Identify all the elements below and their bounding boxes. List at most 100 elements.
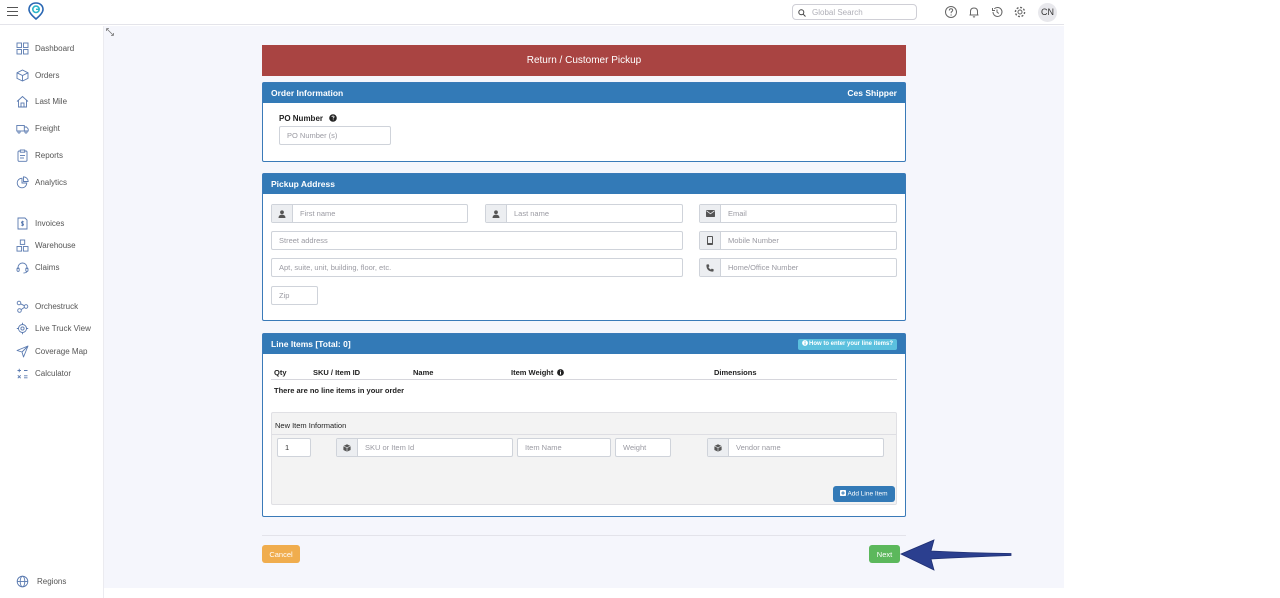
cube-icon-addon [708,439,729,456]
plus-square-icon [840,490,847,497]
pickup-address-header: Pickup Address [263,174,905,194]
info-circle-icon[interactable] [557,369,565,376]
apt-suite-input[interactable] [272,259,682,276]
global-search[interactable] [792,4,917,20]
sidebar-item-label: Orders [35,70,60,80]
sidebar-item-label: Invoices [35,218,65,228]
invoice-icon [17,217,28,229]
sidebar-item-dashboard[interactable]: Dashboard [16,40,74,56]
mobile-number-field[interactable] [699,231,897,250]
email-field[interactable] [699,204,897,223]
home-office-number-input[interactable] [700,259,896,276]
line-items-help-button[interactable]: How to enter your line items? [797,339,897,350]
globe-icon [16,575,29,587]
sidebar-item-label: Last Mile [35,96,68,106]
column-header-name: Name [413,368,434,377]
logo-icon[interactable] [28,2,44,20]
sidebar-item-regions[interactable]: Regions [16,573,66,589]
qty-input[interactable] [278,439,310,456]
sidebar-item-orders[interactable]: Orders [16,67,59,83]
column-header-sku: SKU / Item ID [313,368,361,377]
box-icon [16,68,29,81]
help-icon[interactable] [944,5,958,19]
po-number-input[interactable] [280,127,390,144]
sidebar-item-label: Freight [35,123,60,133]
column-header-item-weight-label: Item Weight [511,368,554,377]
street-address-input[interactable] [272,232,682,249]
weight-input[interactable] [616,439,670,456]
cube-icon-addon [337,439,358,456]
zip-field[interactable] [271,286,318,305]
vendor-name-input[interactable] [708,439,883,456]
sidebar-item-calculator[interactable]: Calculator [16,365,71,381]
mobile-icon-addon [700,232,721,249]
order-information-title: Order Information [271,88,344,98]
sidebar-item-claims[interactable]: Claims [16,259,59,275]
weight-field[interactable] [615,438,671,457]
item-name-input[interactable] [518,439,610,456]
apt-suite-field[interactable] [271,258,683,277]
first-name-field[interactable] [271,204,468,223]
home-office-number-field[interactable] [699,258,897,277]
pickup-address-title: Pickup Address [271,179,335,189]
phone-icon [706,263,714,272]
line-items-help-label: How to enter your line items? [808,341,893,347]
page-title-banner: Return / Customer Pickup [262,45,906,76]
sidebar-item-invoices[interactable]: Invoices [16,215,64,231]
question-circle-icon[interactable] [329,114,338,122]
sku-input[interactable] [337,439,512,456]
new-item-divider [272,434,896,435]
sidebar-item-label: Claims [35,262,60,272]
sidebar-item-analytics[interactable]: Analytics [16,174,67,190]
sidebar-item-coverage-map[interactable]: Coverage Map [16,343,87,359]
cancel-button[interactable]: Cancel [262,545,300,563]
new-item-section: New Item Information Add Line Item [271,412,897,505]
footer-divider [262,535,906,536]
info-circle-icon [802,339,808,346]
sidebar-item-live-truck-view[interactable]: Live Truck View [16,320,91,336]
user-icon [492,209,500,218]
qty-field[interactable] [277,438,311,457]
warehouse-icon [16,239,29,252]
sidebar-item-orchestruck[interactable]: Orchestruck [16,298,78,314]
item-name-field[interactable] [517,438,611,457]
order-information-header: Order Information Ces Shipper [263,83,905,103]
search-icon [798,9,806,17]
next-button[interactable]: Next [869,545,900,563]
last-name-field[interactable] [485,204,683,223]
expand-icon[interactable] [106,28,114,36]
po-number-field[interactable] [279,126,391,145]
global-search-input[interactable] [812,6,912,18]
bell-icon[interactable] [967,5,981,19]
cube-icon [343,443,351,452]
line-items-title: Line Items [Total: 0] [271,339,351,349]
first-name-input[interactable] [272,205,467,222]
sidebar-item-freight[interactable]: Freight [16,120,60,136]
sidebar-item-last-mile[interactable]: Last Mile [16,93,67,109]
calculator-icon [17,368,28,379]
vendor-name-field[interactable] [707,438,884,457]
house-icon [16,95,29,107]
mobile-number-input[interactable] [700,232,896,249]
po-number-label: PO Number [279,114,338,123]
shipper-name: Ces Shipper [847,88,897,98]
sidebar-item-reports[interactable]: Reports [16,147,63,163]
user-icon [278,209,286,218]
street-address-field[interactable] [271,231,683,250]
empty-line-items-message: There are no line items in your order [274,386,405,395]
email-input[interactable] [700,205,896,222]
user-icon-addon [272,205,293,222]
pointer-arrow-icon [900,539,1012,571]
sku-field[interactable] [336,438,513,457]
hamburger-menu-icon[interactable] [7,7,18,16]
add-line-item-button[interactable]: Add Line Item [833,486,895,502]
zip-input[interactable] [272,287,317,304]
history-icon[interactable] [990,5,1004,19]
user-avatar[interactable]: CN [1038,3,1057,22]
column-header-qty: Qty [274,368,287,377]
sidebar-item-warehouse[interactable]: Warehouse [16,237,76,253]
gear-icon[interactable] [1013,5,1027,19]
order-information-panel: Order Information Ces Shipper PO Number [262,82,906,162]
add-line-item-label: Add Line Item [847,490,888,498]
last-name-input[interactable] [486,205,682,222]
